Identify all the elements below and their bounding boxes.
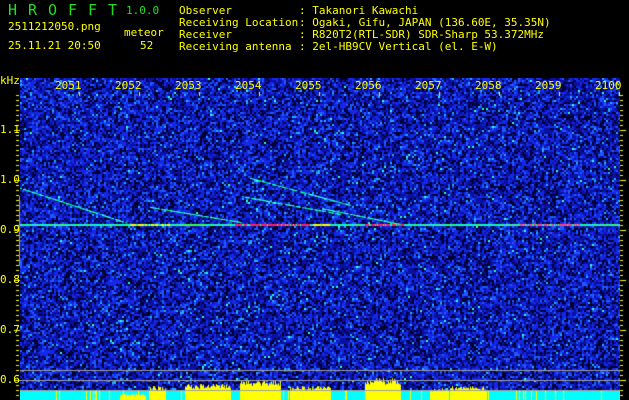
freq-tick-label: 1.1 xyxy=(0,123,20,136)
time-tick-label: 2051 xyxy=(55,79,82,92)
freq-tick-label: 0.7 xyxy=(0,323,20,336)
file-name: 2511212050.png xyxy=(8,20,101,33)
app-brand: HROFFT xyxy=(8,1,118,19)
time-tick-label: 2058 xyxy=(475,79,502,92)
info-antenna: Receiving antenna: 2el-HB9CV Vertical (e… xyxy=(179,40,498,53)
time-tick-label: 2053 xyxy=(175,79,202,92)
time-tick-label: 2100 xyxy=(595,79,622,92)
time-tick-label: 2059 xyxy=(535,79,562,92)
freq-tick-label: 0.6 xyxy=(0,373,20,386)
app-version: 1.0.0 xyxy=(126,4,160,17)
info-location: Receiving Location: Ogaki, Gifu, JAPAN (… xyxy=(179,16,551,29)
meteor-label: meteor xyxy=(124,26,164,39)
info-observer: Observer: Takanori Kawachi xyxy=(179,4,419,17)
file-datetime: 25.11.21 20:50 xyxy=(8,39,101,52)
freq-tick-label: 1.0 xyxy=(0,173,20,186)
time-tick-label: 2052 xyxy=(115,79,142,92)
info-receiver: Receiver: R820T2(RTL-SDR) SDR-Sharp 53.3… xyxy=(179,28,545,41)
time-tick-label: 2057 xyxy=(415,79,442,92)
axis-ticks xyxy=(0,78,629,400)
hrofft-window: HROFFT 1.0.0 2511212050.png 25.11.21 20:… xyxy=(0,0,629,400)
meteor-count: 52 xyxy=(140,39,154,52)
time-tick-label: 2055 xyxy=(295,79,322,92)
freq-unit-label: kHz xyxy=(0,74,20,87)
freq-tick-label: 0.8 xyxy=(0,273,20,286)
time-tick-label: 2054 xyxy=(235,79,262,92)
freq-tick-label: 0.9 xyxy=(0,223,20,236)
time-tick-label: 2056 xyxy=(355,79,382,92)
